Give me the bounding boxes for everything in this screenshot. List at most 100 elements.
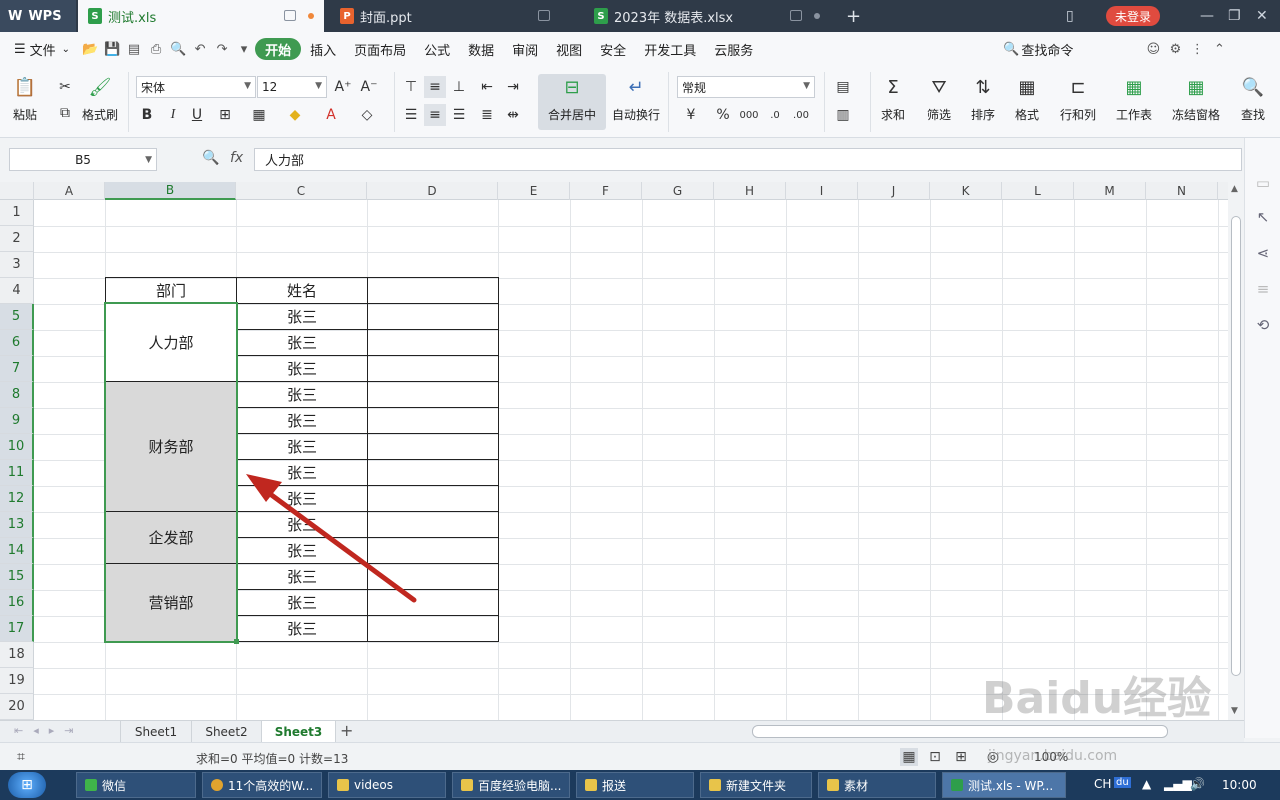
print-icon[interactable]: ⎙: [145, 38, 167, 60]
percent-button[interactable]: %: [712, 104, 734, 126]
restore-tab-icon[interactable]: [284, 10, 296, 21]
close-icon[interactable]: ✕: [1256, 8, 1268, 24]
start-button[interactable]: ⊞: [8, 772, 46, 798]
new-tab-icon[interactable]: +: [846, 6, 861, 27]
number-format-select[interactable]: 常规 ▼: [677, 76, 815, 98]
align-left-icon[interactable]: ☰: [400, 104, 422, 126]
login-button[interactable]: 未登录: [1106, 6, 1160, 26]
indent-increase-icon[interactable]: ⇥: [502, 76, 524, 98]
save-icon[interactable]: 💾: [101, 38, 123, 60]
maximize-icon[interactable]: ❐: [1228, 8, 1241, 24]
menu-cloud[interactable]: 云服务: [705, 38, 762, 60]
open-icon[interactable]: 📂: [79, 38, 101, 60]
merge-center-button[interactable]: ⊟ 合并居中: [538, 74, 606, 130]
scroll-down-icon[interactable]: ▼: [1231, 706, 1238, 716]
menu-data[interactable]: 数据: [459, 38, 503, 60]
tray-expand-icon[interactable]: ▲: [1142, 777, 1151, 791]
format-button[interactable]: ▦ 格式: [1014, 74, 1040, 123]
undo-icon[interactable]: ↶: [189, 38, 211, 60]
vertical-scrollbar[interactable]: ▲ ▼: [1228, 182, 1244, 720]
wps-home-tab[interactable]: W WPS: [0, 0, 76, 32]
menu-home[interactable]: 开始: [255, 38, 302, 60]
cut-icon[interactable]: ✂: [54, 76, 76, 98]
more-icon[interactable]: ⋮: [1186, 38, 1208, 60]
add-sheet-icon[interactable]: +: [340, 721, 353, 740]
menu-insert[interactable]: 插入: [301, 38, 345, 60]
fill-color-icon[interactable]: ◆: [284, 104, 306, 126]
menu-security[interactable]: 安全: [591, 38, 635, 60]
page-layout-view-icon[interactable]: ⊞: [952, 748, 970, 766]
sum-button[interactable]: Σ 求和: [880, 74, 906, 123]
baidu-ime-icon[interactable]: du: [1114, 777, 1131, 788]
decrease-font-icon[interactable]: A⁻: [358, 76, 380, 98]
print-preview-icon[interactable]: 🔍: [167, 38, 189, 60]
redo-icon[interactable]: ↷: [211, 38, 233, 60]
history-icon[interactable]: ⟲: [1254, 316, 1272, 334]
align-center-icon[interactable]: ≡: [424, 104, 446, 126]
taskbar-report[interactable]: 报送: [576, 772, 694, 798]
feedback-icon[interactable]: ☺: [1142, 38, 1164, 60]
thousands-icon[interactable]: 000: [738, 104, 760, 126]
menu-formulas[interactable]: 公式: [415, 38, 459, 60]
taskbar-baidu-folder[interactable]: 百度经验电脑...: [452, 772, 570, 798]
export-pdf-icon[interactable]: ▤: [123, 38, 145, 60]
network-icon[interactable]: ▂▄▆: [1164, 777, 1192, 791]
ime-indicator[interactable]: CH: [1094, 777, 1111, 791]
volume-icon[interactable]: 🔊: [1190, 777, 1205, 791]
taskbar-clock[interactable]: 10:00: [1222, 778, 1257, 792]
paste-button[interactable]: 📋 粘贴: [12, 74, 38, 123]
filter-button[interactable]: ⛛ 筛选: [926, 74, 952, 123]
insert-function-button[interactable]: fx: [230, 150, 243, 166]
select-cursor-icon[interactable]: ↖: [1254, 208, 1272, 226]
task-pane-icon[interactable]: ▭: [1254, 174, 1272, 192]
align-middle-icon[interactable]: ≡: [424, 76, 446, 98]
menu-view[interactable]: 视图: [547, 38, 591, 60]
minimize-icon[interactable]: —: [1200, 8, 1214, 24]
vertical-scroll-thumb[interactable]: [1231, 216, 1241, 676]
font-size-select[interactable]: 12 ▼: [257, 76, 327, 98]
copy-icon[interactable]: ⧉: [54, 102, 76, 124]
taskbar-wechat[interactable]: 微信: [76, 772, 196, 798]
sheet-tab-3[interactable]: Sheet3: [262, 721, 336, 743]
sheet-nav-arrows-icon[interactable]: ⇤◂▸⇥: [14, 724, 83, 737]
font-name-select[interactable]: 宋体 ▼: [136, 76, 256, 98]
underline-button[interactable]: U: [186, 104, 208, 126]
align-top-icon[interactable]: ⊤: [400, 76, 422, 98]
worksheet-button[interactable]: ▦ 工作表: [1116, 74, 1152, 123]
align-bottom-icon[interactable]: ⊥: [448, 76, 470, 98]
tab-cover-ppt[interactable]: P 封面.ppt: [330, 0, 578, 32]
collapse-ribbon-icon[interactable]: ⌃: [1208, 38, 1230, 60]
properties-icon[interactable]: ≡: [1254, 280, 1272, 298]
row-col-button[interactable]: ⊏ 行和列: [1060, 74, 1096, 123]
macro-icon[interactable]: ⌗: [12, 748, 30, 766]
increase-font-icon[interactable]: A⁺: [332, 76, 354, 98]
sheet-tab-1[interactable]: Sheet1: [120, 721, 192, 743]
settings-icon[interactable]: ⚙: [1164, 38, 1186, 60]
decrease-decimal-icon[interactable]: .00: [790, 104, 812, 126]
menu-review[interactable]: 审阅: [503, 38, 547, 60]
distributed-icon[interactable]: ⇹: [502, 104, 524, 126]
restore-tab-icon[interactable]: [538, 10, 550, 21]
indent-decrease-icon[interactable]: ⇤: [476, 76, 498, 98]
clear-icon[interactable]: ◇: [356, 104, 378, 126]
sheet-tab-2[interactable]: Sheet2: [192, 721, 262, 743]
menu-developer[interactable]: 开发工具: [635, 38, 705, 60]
taskbar-new-folder[interactable]: 新建文件夹: [700, 772, 812, 798]
table-style-icon[interactable]: ▤: [832, 76, 854, 98]
customize-icon[interactable]: ▾: [233, 38, 255, 60]
bold-button[interactable]: B: [136, 104, 158, 126]
format-painter-button[interactable]: 🖌 格式刷: [82, 74, 118, 123]
freeze-button[interactable]: ▦ 冻结窗格: [1172, 74, 1220, 123]
tab-test-xls[interactable]: S 测试.xls: [78, 0, 324, 32]
spreadsheet-grid[interactable]: A B C D E F G H I J K L M N 1 2 3 4 5 6 7 8 9 10 1…: [0, 182, 1228, 720]
zoom-formula-icon[interactable]: 🔍: [202, 150, 219, 166]
taskbar-materials[interactable]: 素材: [818, 772, 936, 798]
share-icon[interactable]: ⋖: [1254, 244, 1272, 262]
cell-style-icon[interactable]: ▦: [248, 104, 270, 126]
border-icon[interactable]: ⊞: [214, 104, 236, 126]
tab-data-xlsx[interactable]: S 2023年 数据表.xlsx: [584, 0, 834, 32]
restore-tab-icon[interactable]: [790, 10, 802, 21]
sort-button[interactable]: ⇅ 排序: [970, 74, 996, 123]
font-color-icon[interactable]: A: [320, 104, 342, 126]
find-button[interactable]: 🔍 查找: [1240, 74, 1266, 123]
